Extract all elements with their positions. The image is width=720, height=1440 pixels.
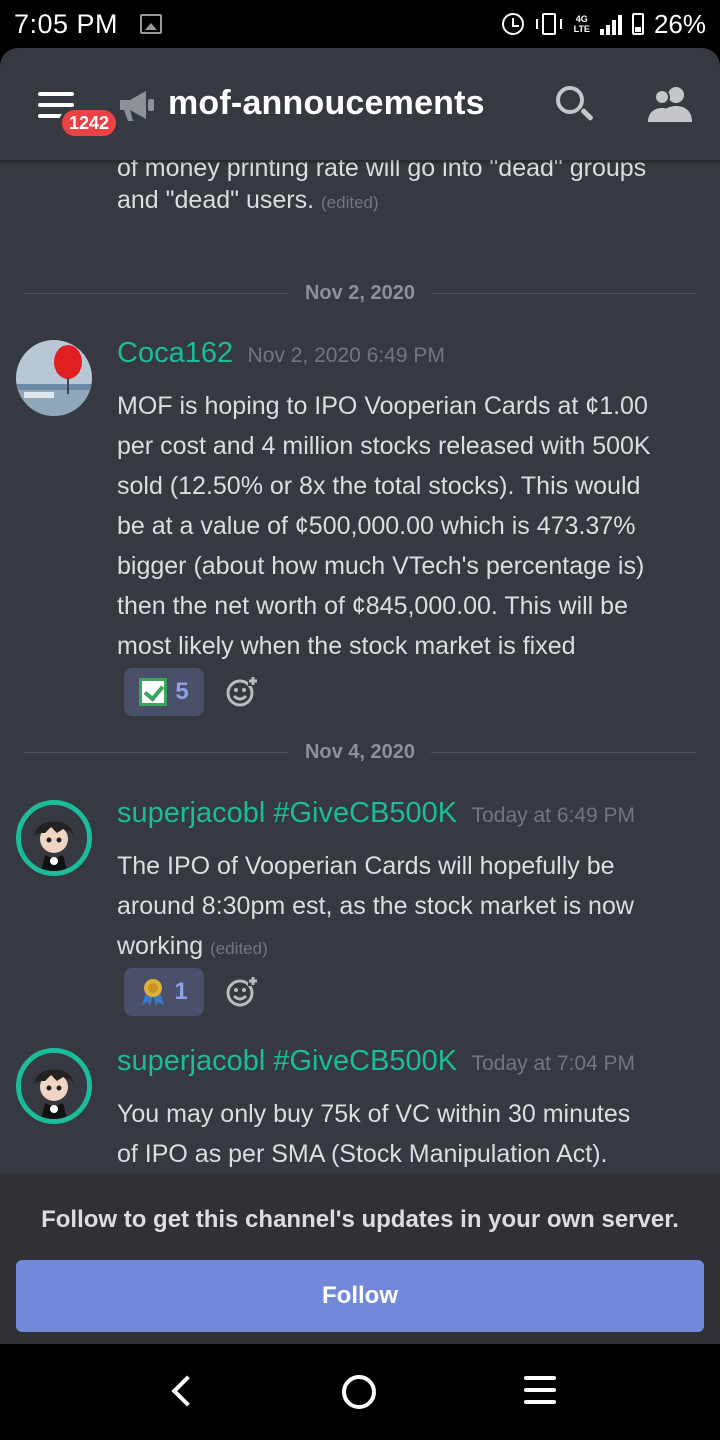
recents-icon[interactable] bbox=[524, 1376, 556, 1406]
follow-button[interactable]: Follow bbox=[16, 1260, 704, 1332]
home-icon[interactable] bbox=[342, 1375, 376, 1409]
previous-message-text: and "dead" users. (edited) bbox=[117, 186, 379, 214]
message-content: You may only buy 75k of VC within 30 min… bbox=[117, 1094, 697, 1174]
members-icon[interactable] bbox=[646, 84, 694, 124]
date-divider: Nov 4, 2020 bbox=[24, 738, 696, 766]
avatar[interactable] bbox=[16, 1048, 92, 1124]
message-line: per cost and 4 million stocks released w… bbox=[117, 432, 651, 460]
reaction-count: 1 bbox=[174, 978, 188, 1005]
avatar[interactable] bbox=[16, 800, 92, 876]
timestamp: Today at 7:04 PM bbox=[471, 1052, 636, 1075]
follow-panel: Follow to get this channel's updates in … bbox=[0, 1174, 720, 1344]
edited-label: (edited) bbox=[210, 939, 268, 958]
message-line: around 8:30pm est, as the stock market i… bbox=[117, 892, 634, 920]
username[interactable]: superjacobl #GiveCB500K bbox=[117, 1045, 457, 1077]
message-list[interactable]: of money printing rate will go into "dea… bbox=[0, 160, 720, 1174]
message-line: You may only buy 75k of VC within 30 min… bbox=[117, 1100, 631, 1128]
channel-header: 1242 mof-annoucements bbox=[0, 48, 720, 160]
message-line: of IPO as per SMA (Stock Manipulation Ac… bbox=[117, 1140, 608, 1168]
announcement-channel-icon bbox=[120, 91, 154, 121]
date-divider-label: Nov 2, 2020 bbox=[288, 279, 432, 307]
message-line: MOF is hoping to IPO Vooperian Cards at … bbox=[117, 392, 648, 420]
edited-label: (edited) bbox=[321, 193, 379, 212]
battery-percentage: 26% bbox=[653, 8, 706, 39]
message-header: superjacobl #GiveCB500K Today at 6:49 PM bbox=[117, 797, 635, 830]
avatar[interactable] bbox=[16, 340, 92, 416]
medal-icon bbox=[142, 979, 165, 1006]
message-line: most likely when the stock market is fix… bbox=[117, 632, 576, 660]
message-line: be at a value of ¢500,000.00 which is 47… bbox=[117, 512, 636, 540]
message-content: MOF is hoping to IPO Vooperian Cards at … bbox=[117, 386, 697, 666]
message-line: The IPO of Vooperian Cards will hopefull… bbox=[117, 852, 615, 880]
network-type-label: 4G LTE bbox=[573, 14, 590, 34]
message-content: The IPO of Vooperian Cards will hopefull… bbox=[117, 846, 697, 969]
checkmark-icon bbox=[139, 678, 168, 706]
username[interactable]: superjacobl #GiveCB500K bbox=[117, 797, 457, 829]
reaction-count: 5 bbox=[175, 678, 189, 705]
date-divider: Nov 2, 2020 bbox=[24, 279, 696, 307]
discord-app: 1242 mof-annoucements of money printing … bbox=[0, 48, 720, 1344]
timestamp: Today at 6:49 PM bbox=[471, 804, 636, 827]
reaction-checkmark[interactable]: 5 bbox=[124, 668, 204, 716]
channel-title: mof-annoucements bbox=[168, 84, 485, 122]
status-time: 7:05 PM bbox=[14, 8, 119, 39]
add-reaction-icon[interactable] bbox=[226, 676, 258, 708]
alarm-icon bbox=[501, 13, 524, 35]
date-divider-label: Nov 4, 2020 bbox=[288, 738, 432, 766]
message-line: sold (12.50% or 8x the total stocks). Th… bbox=[117, 472, 641, 500]
status-icons: 4G LTE 26% bbox=[501, 8, 706, 40]
add-reaction-icon[interactable] bbox=[226, 976, 258, 1008]
system-navigation-bar bbox=[0, 1344, 720, 1440]
back-icon[interactable] bbox=[168, 1376, 196, 1404]
search-icon[interactable] bbox=[556, 86, 594, 124]
gallery-notification-icon bbox=[140, 14, 163, 34]
message-line: then the net worth of ¢845,000.00. This … bbox=[117, 592, 628, 620]
username[interactable]: Coca162 bbox=[117, 337, 233, 369]
status-bar: 7:05 PM 4G LTE 26% bbox=[0, 0, 720, 48]
message-header: Coca162 Nov 2, 2020 6:49 PM bbox=[117, 337, 445, 370]
timestamp: Nov 2, 2020 6:49 PM bbox=[247, 344, 445, 367]
follow-prompt: Follow to get this channel's updates in … bbox=[41, 1206, 679, 1233]
battery-icon bbox=[631, 13, 644, 35]
reaction-medal[interactable]: 1 bbox=[124, 968, 204, 1016]
message-line: working (edited) bbox=[117, 932, 268, 960]
vibrate-icon bbox=[535, 13, 562, 35]
message-header: superjacobl #GiveCB500K Today at 7:04 PM bbox=[117, 1045, 635, 1078]
signal-strength-icon bbox=[599, 13, 622, 35]
message-line: bigger (about how much VTech's percentag… bbox=[117, 552, 645, 580]
unread-badge: 1242 bbox=[59, 107, 120, 139]
